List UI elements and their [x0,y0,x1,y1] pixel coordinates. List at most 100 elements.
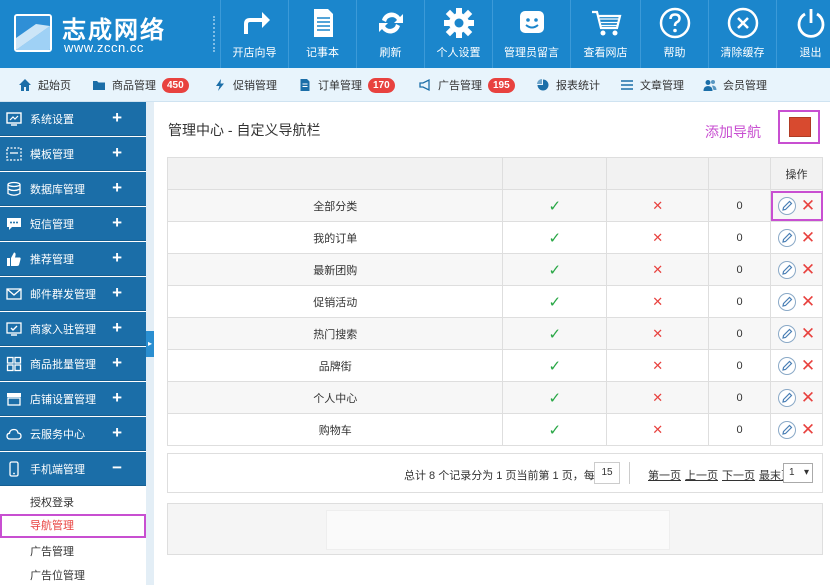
arrow-forward-icon [243,12,270,34]
edit-icon[interactable] [777,292,796,311]
delete-icon[interactable]: ✕ [801,197,815,214]
topnav-help[interactable]: 帮助 [640,0,708,68]
subnav-ads[interactable]: 广告管理 195 [418,68,515,102]
table-header-row: 操作 [166,157,824,190]
cross-icon[interactable]: ✕ [652,358,663,373]
edit-icon[interactable] [777,388,796,407]
sidebar-item-label: 商品批量管理 [30,358,96,371]
cross-icon[interactable]: ✕ [652,230,663,245]
check-icon[interactable]: ✓ [549,390,562,407]
subnav-label: 广告管理 [438,80,482,92]
check-icon[interactable]: ✓ [549,422,562,439]
order-cell[interactable]: 0 [708,285,771,318]
sidebar-item-sms[interactable]: 短信管理 + [0,207,146,241]
prev-page-link[interactable]: 上一页 [685,467,718,483]
topnav-setup-wizard[interactable]: 开店向导 [220,0,288,68]
page-size-input[interactable]: 15 [594,462,620,484]
sidebar-item-mass-email[interactable]: 邮件群发管理 + [0,277,146,311]
check-icon[interactable]: ✓ [549,294,562,311]
topnav-personal-settings[interactable]: 个人设置 [424,0,492,68]
order-cell[interactable]: 0 [708,221,771,254]
order-cell[interactable]: 0 [708,253,771,286]
cross-icon[interactable]: ✕ [652,262,663,277]
cross-icon[interactable]: ✕ [652,326,663,341]
sidebar-item-merchant-entry[interactable]: 商家入驻管理 + [0,312,146,346]
sidebar-item-recommend[interactable]: 推荐管理 + [0,242,146,276]
topnav-admin-messages[interactable]: 管理员留言 [492,0,570,68]
check-icon[interactable]: ✓ [549,198,562,215]
sidebar-subitem-auth-login[interactable]: 授权登录 [0,491,146,515]
topnav-clear-cache[interactable]: 清除缓存 [708,0,776,68]
add-nav-button[interactable] [789,117,811,137]
subnav-members[interactable]: 会员管理 [703,68,767,102]
subnav-reports[interactable]: 报表统计 [536,68,600,102]
topnav-notepad[interactable]: 记事本 [288,0,356,68]
subnav-orders[interactable]: 订单管理 170 [298,68,395,102]
home-icon [19,79,31,91]
sidebar-item-system-settings[interactable]: 系统设置 + [0,102,146,136]
add-nav-link[interactable]: 添加导航 [705,122,761,142]
edit-icon[interactable] [777,356,796,375]
mobile-phone-icon [9,460,19,477]
sidebar-subitem-ad-positions[interactable]: 广告位管理 [0,564,146,585]
show-cell: ✓ [502,221,608,254]
delete-icon[interactable]: ✕ [801,421,815,438]
sidebar-item-cloud-service[interactable]: 云服务中心 + [0,417,146,451]
folder-icon [93,81,105,90]
sidebar-item-store-settings[interactable]: 店铺设置管理 + [0,382,146,416]
delete-icon[interactable]: ✕ [801,325,815,342]
sidebar-item-mobile[interactable]: 手机端管理 − [0,452,146,486]
sidebar-item-batch-goods[interactable]: 商品批量管理 + [0,347,146,381]
sidebar-subitem-nav-management[interactable]: 导航管理 [0,514,146,538]
sidebar-toggle-icon[interactable]: ▸ [146,331,154,357]
edit-icon[interactable] [777,420,796,439]
pager-links: 第一页 上一页 下一页 最末页 [648,467,792,483]
delete-icon[interactable]: ✕ [801,357,815,374]
secondary-nav: 起始页 商品管理 450 促销管理 订单管理 170 广告管理 195 报表统计… [0,68,830,102]
check-icon[interactable]: ✓ [549,358,562,375]
cross-icon[interactable]: ✕ [652,198,663,213]
sidebar-subitem-ads[interactable]: 广告管理 [0,540,146,564]
show-cell: ✓ [502,285,608,318]
subnav-label: 会员管理 [723,80,767,92]
header-divider [213,16,216,52]
subnav-home[interactable]: 起始页 [18,68,71,102]
cross-icon[interactable]: ✕ [652,294,663,309]
topnav-refresh[interactable]: 刷新 [356,0,424,68]
sidebar-item-label: 短信管理 [30,218,74,231]
list-icon [621,80,633,90]
order-cell[interactable]: 0 [708,317,771,350]
edit-icon[interactable] [777,324,796,343]
edit-icon[interactable] [777,260,796,279]
check-icon[interactable]: ✓ [549,326,562,343]
delete-icon[interactable]: ✕ [801,389,815,406]
sidebar-item-label: 推荐管理 [30,253,74,266]
next-page-link[interactable]: 下一页 [722,467,755,483]
order-cell[interactable]: 0 [708,381,771,414]
subnav-promotion[interactable]: 促销管理 [213,68,277,102]
topnav-view-store[interactable]: 查看网店 [570,0,640,68]
delete-icon[interactable]: ✕ [801,229,815,246]
topnav-logout[interactable]: 退出 [776,0,830,68]
delete-icon[interactable]: ✕ [801,293,815,310]
check-icon[interactable]: ✓ [549,262,562,279]
page-select[interactable]: 1 [783,463,813,483]
sidebar-item-database[interactable]: 数据库管理 + [0,172,146,206]
new-window-cell: ✕ [606,253,710,286]
subnav-articles[interactable]: 文章管理 [620,68,684,102]
edit-icon[interactable] [777,228,796,247]
first-page-link[interactable]: 第一页 [648,467,681,483]
order-cell[interactable]: 0 [708,189,771,222]
subnav-goods[interactable]: 商品管理 450 [92,68,189,102]
cross-icon[interactable]: ✕ [652,422,663,437]
delete-icon[interactable]: ✕ [801,261,815,278]
order-cell[interactable]: 0 [708,413,771,446]
cross-icon[interactable]: ✕ [652,390,663,405]
check-icon[interactable]: ✓ [549,230,562,247]
help-icon [659,7,690,39]
expand-icon: + [112,213,122,232]
sidebar-item-templates[interactable]: 模板管理 + [0,137,146,171]
subnav-label: 订单管理 [318,80,362,92]
order-cell[interactable]: 0 [708,349,771,382]
edit-icon[interactable] [777,196,796,215]
